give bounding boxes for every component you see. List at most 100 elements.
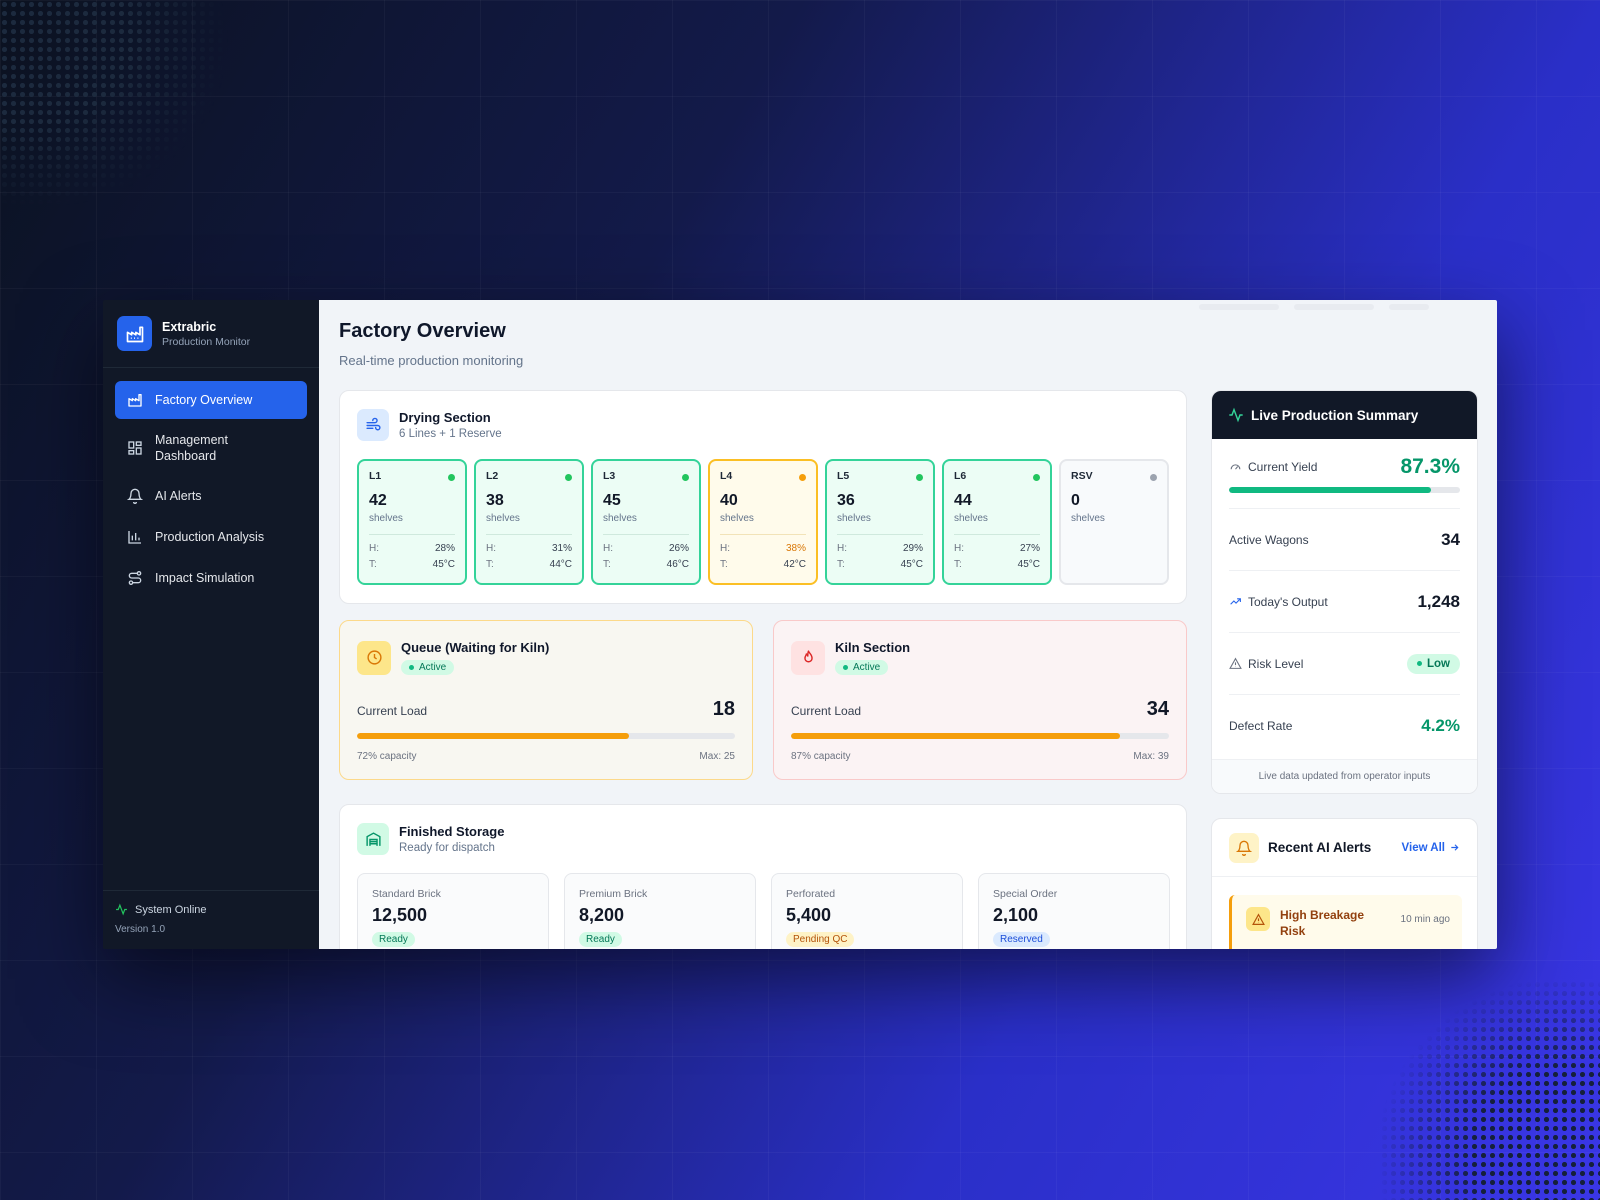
factory-logo-icon [117,316,152,351]
bell-icon [127,488,143,504]
item-status-badge: Pending QC [786,932,855,947]
capacity-bar [791,733,1169,739]
nav-item-production-analysis[interactable]: Production Analysis [115,518,307,556]
load-label: Current Load [357,704,428,718]
storage-item[interactable]: Premium Brick 8,200 Ready [564,873,756,949]
line-temperature: 46°C [666,559,689,570]
drying-line-card[interactable]: L1 42 shelves H: 28% T: 45°C [357,459,467,585]
yield-value: 87.3% [1400,454,1460,478]
queue-load: 18 [712,698,735,720]
storage-items: Standard Brick 12,500 Ready Premium Bric… [357,873,1170,949]
activity-icon [1229,407,1243,423]
line-shelves: 38 [486,492,504,509]
nav-item-impact-simulation[interactable]: Impact Simulation [115,559,307,597]
humidity-label: H: [369,543,379,554]
metric-defect-rate: Defect Rate 4.2% [1229,695,1460,757]
drying-subtitle: 6 Lines + 1 Reserve [399,428,502,440]
clock-icon [357,640,391,675]
bar-chart-icon [127,529,143,545]
storage-title: Finished Storage [399,824,505,839]
yield-label: Current Yield [1248,459,1318,474]
sidebar: Extrabric Production Monitor Factory Ove… [103,300,319,949]
drying-line-card[interactable]: L2 38 shelves H: 31% T: 44°C [474,459,584,585]
output-label: Today's Output [1248,594,1328,609]
line-unit: shelves [837,513,871,524]
line-humidity: 28% [434,543,455,554]
metric-current-yield: Current Yield 87.3% [1229,439,1460,509]
line-id: RSV [1071,470,1093,482]
summary-header: Live Production Summary [1212,391,1477,439]
line-temperature: 45°C [900,559,923,570]
item-name: Standard Brick [372,888,441,900]
item-name: Perforated [786,888,836,900]
page-subtitle: Real-time production monitoring [339,353,524,368]
risk-label: Risk Level [1248,656,1304,671]
humidity-label: H: [603,543,613,554]
drying-line-card[interactable]: L6 44 shelves H: 27% T: 45°C [942,459,1052,585]
brand-subtitle: Production Monitor [162,335,251,348]
line-id: L4 [720,470,733,482]
line-temperature: 45°C [1017,559,1040,570]
item-value: 5,400 [786,905,832,925]
storage-item[interactable]: Standard Brick 12,500 Ready [357,873,549,949]
flame-icon [791,640,825,675]
line-shelves: 40 [720,492,738,509]
defect-label: Defect Rate [1229,719,1293,733]
capacity-bar [357,733,735,739]
yield-bar [1229,486,1460,493]
status-badge: Active [835,660,889,675]
summary-title: Live Production Summary [1251,407,1419,423]
drying-line-card[interactable]: L5 36 shelves H: 29% T: 45°C [825,459,935,585]
line-shelves: 44 [954,492,972,509]
status-dot [1150,474,1157,481]
line-id: L1 [369,470,382,482]
storage-item[interactable]: Special Order 2,100 Reserved [978,873,1170,949]
sidebar-nav: Factory Overview Management Dashboard AI… [103,368,319,600]
line-temperature: 44°C [549,559,572,570]
temp-label: T: [720,559,728,570]
nav-item-ai-alerts[interactable]: AI Alerts [115,477,307,515]
summary-footer: Live data updated from operator inputs [1212,759,1477,793]
kiln-load: 34 [1146,698,1169,720]
alert-item[interactable]: High Breakage Risk 10 min ago [1229,895,1462,949]
brand[interactable]: Extrabric Production Monitor [103,300,319,368]
drying-reserve-card[interactable]: RSV 0 shelves [1059,459,1169,585]
view-all-link[interactable]: View All [1402,842,1460,854]
drying-title: Drying Section [399,410,491,425]
warehouse-icon [357,823,389,855]
line-shelves: 36 [837,492,855,509]
nav-item-management-dashboard[interactable]: Management Dashboard [115,422,307,474]
line-id: L3 [603,470,616,482]
gauge-icon [1230,464,1241,470]
temp-label: T: [486,559,494,570]
line-unit: shelves [954,513,988,524]
storage-item[interactable]: Perforated 5,400 Pending QC [771,873,963,949]
header-placeholder [1199,304,1279,310]
item-status-badge: Ready [579,932,622,947]
item-status-badge: Ready [372,932,415,947]
line-unit: shelves [486,513,520,524]
temp-label: T: [837,559,845,570]
arrow-right-icon [1451,844,1459,851]
finished-storage-card: Finished Storage Ready for dispatch Stan… [339,804,1187,949]
item-name: Premium Brick [579,888,648,900]
line-shelves: 0 [1071,492,1080,509]
header-placeholder [1389,304,1429,310]
factory-icon [127,392,143,408]
drying-line-card[interactable]: L4 40 shelves H: 38% T: 42°C [708,459,818,585]
metric-todays-output: Today's Output 1,248 [1229,571,1460,633]
line-humidity: 38% [785,543,806,554]
drying-line-card[interactable]: L3 45 shelves H: 26% T: 46°C [591,459,701,585]
status-dot [916,474,923,481]
item-value: 2,100 [993,905,1039,925]
line-unit: shelves [603,513,637,524]
item-status-badge: Reserved [993,932,1050,947]
humidity-label: H: [954,543,964,554]
nav-item-factory-overview[interactable]: Factory Overview [115,381,307,419]
line-humidity: 26% [668,543,689,554]
sidebar-footer: System Online Version 1.0 [103,890,319,949]
header-placeholder [1294,304,1374,310]
queue-card: Queue (Waiting for Kiln) Active Current … [339,620,753,780]
item-value: 8,200 [579,905,625,925]
activity-icon [116,903,127,916]
